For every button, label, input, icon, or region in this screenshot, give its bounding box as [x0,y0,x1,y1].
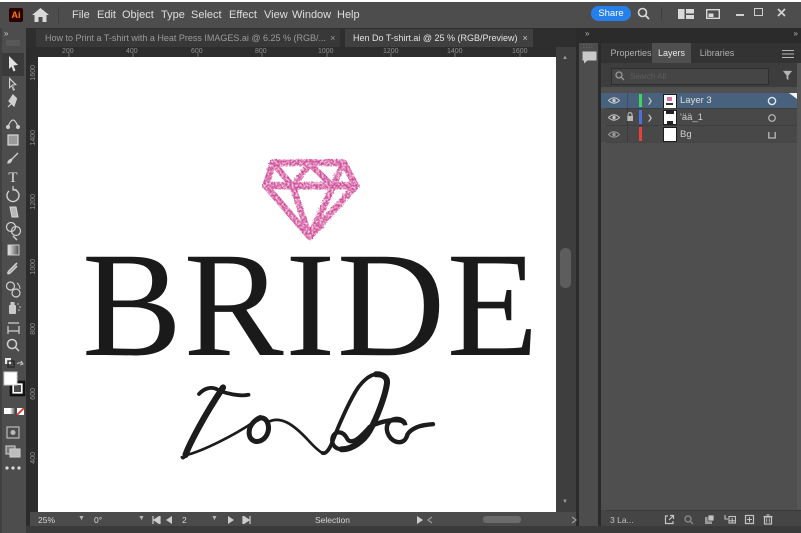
svg-text:BRIDE: BRIDE [82,222,540,388]
svg-text:T: T [8,170,17,186]
